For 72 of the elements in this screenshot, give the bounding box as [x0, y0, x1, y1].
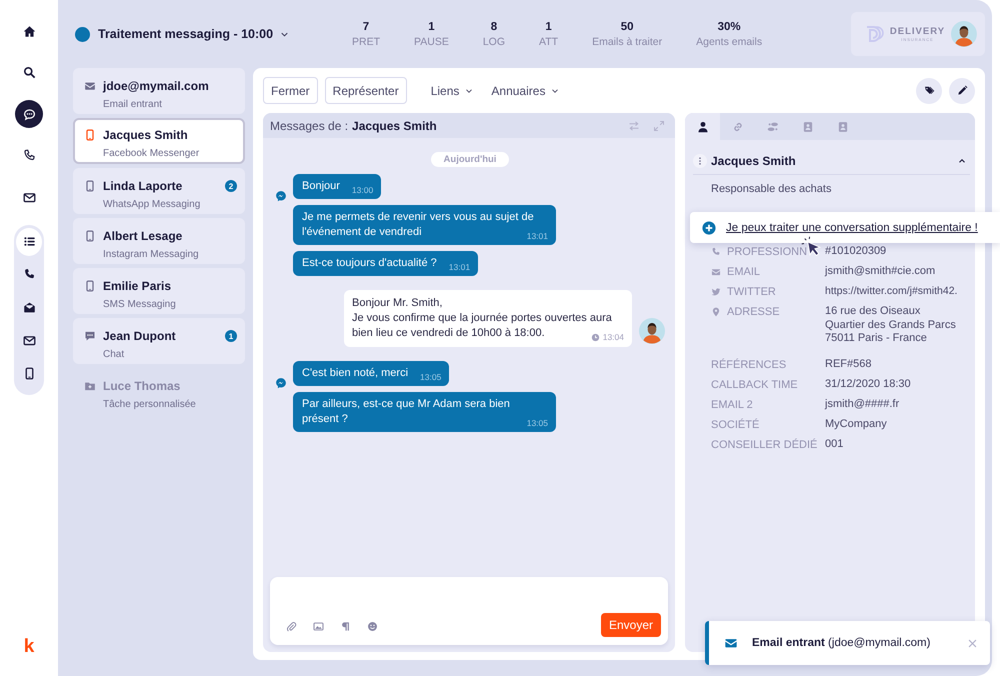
- stat-label: LOG: [482, 36, 506, 48]
- stat-label: Agents emails: [696, 36, 762, 48]
- channel-label: Tâche personnalisée: [103, 398, 197, 410]
- stat-value: 7: [362, 20, 370, 32]
- conversation-item[interactable]: Jacques Smith Facebook Messenger: [73, 118, 245, 164]
- contact-role: Responsable des achats: [711, 183, 832, 195]
- contact-name: Jacques Smith: [103, 128, 189, 142]
- incoming-message: Par ailleurs, est-ce que Mr Adam sera bien présent ? 13:05: [293, 392, 556, 432]
- stat-label: PRET: [352, 36, 380, 48]
- conversation-item[interactable]: jdoe@mymail.com Email entrant: [73, 68, 245, 114]
- field-value: REF#568: [825, 358, 872, 372]
- contact-name: Jean Dupont: [103, 329, 177, 343]
- contact-name: Jacques Smith: [711, 154, 796, 168]
- conversation-item[interactable]: Albert Lesage Instagram Messaging: [73, 218, 245, 264]
- stat-label: Emails à traiter: [592, 36, 662, 48]
- stat-value: 1: [428, 20, 435, 32]
- incoming-message: Est-ce toujours d'actualité ? 13:01: [293, 251, 478, 276]
- field-label: SOCIÉTÉ: [711, 418, 760, 432]
- contact-name: Linda Laporte: [103, 179, 184, 193]
- incoming-message: Je me permets de revenir vers vous au sujet de l'événement de vendredi 13:01: [293, 205, 556, 245]
- channel-label: Facebook Messenger: [103, 148, 200, 158]
- field-value: jsmith@smith#cie.com: [825, 265, 936, 279]
- unread-badge: 1: [225, 330, 237, 342]
- channel-label: SMS Messaging: [103, 298, 177, 310]
- dropdown-menu[interactable]: Annuaires: [491, 84, 560, 98]
- stat-value: 1: [545, 20, 552, 32]
- field-label: ADRESSE: [727, 305, 780, 319]
- field-value: 001: [825, 438, 844, 452]
- stat-value: 8: [490, 20, 498, 32]
- field-label: CALLBACK TIME: [711, 378, 798, 392]
- conversation-item[interactable]: Emilie Paris SMS Messaging: [73, 268, 245, 314]
- field-label: EMAIL 2: [711, 398, 753, 412]
- contact-name: Emilie Paris: [103, 279, 172, 293]
- field-value: MyCompany: [825, 418, 888, 432]
- field-label: EMAIL: [727, 265, 760, 279]
- field-label: RÉFÉRENCES: [711, 358, 786, 372]
- field-value: https://twitter.com/j#smith42.: [825, 285, 958, 299]
- channel-label: Instagram Messaging: [103, 248, 200, 260]
- contact-name: Albert Lesage: [103, 229, 184, 243]
- channel-label: WhatsApp Messaging: [103, 198, 202, 210]
- stat-value: 50: [620, 20, 634, 32]
- incoming-message: Bonjour 13:00: [293, 174, 382, 199]
- stat-label: ATT: [539, 36, 558, 48]
- conversation-item[interactable]: Jean Dupont 1 Chat: [73, 318, 245, 364]
- brand-name: DELIVERY: [890, 26, 946, 37]
- contact-name: Luce Thomas: [103, 379, 182, 393]
- date-chip: Aujourd'hui: [430, 152, 510, 167]
- field-value: jsmith@####.fr: [825, 398, 900, 412]
- stat-label: PAUSE: [414, 36, 449, 48]
- incoming-message: C'est bien noté, merci 13:05: [293, 361, 450, 386]
- field-value: 16 rue des Oiseaux Quartier des Grands Parcs 75011 Paris - France: [825, 305, 957, 346]
- conversation-item[interactable]: Linda Laporte 2 WhatsApp Messaging: [73, 168, 245, 214]
- stat-value: 30%: [718, 20, 741, 32]
- field-label: TWITTER: [727, 285, 776, 299]
- outgoing-message: Bonjour Mr. Smith, Je vous confirme que la journée portes ouvertes aura bien lieu ce vendredi de 10h00 à 18:00. 13:04: [344, 290, 632, 347]
- field-label: PROFESSIONN: [727, 245, 808, 259]
- accept-conversation-link[interactable]: Je peux traiter une conversation supplémentaire !: [726, 222, 978, 234]
- brand-logo: k: [24, 636, 34, 658]
- contact-name: jdoe@mymail.com: [103, 79, 210, 93]
- channel-label: Email entrant: [103, 98, 163, 110]
- field-value: 31/12/2020 18:30: [825, 378, 912, 392]
- channel-label: Chat: [103, 348, 126, 360]
- field-value: #101020309: [825, 245, 888, 259]
- chat-title-label: Messages de :: [270, 118, 348, 132]
- session-title: Traitement messaging - 10:00: [98, 27, 274, 41]
- toolbar-button[interactable]: Représenter: [324, 77, 407, 104]
- unread-badge: 2: [225, 180, 237, 192]
- chat-contact-name: Jacques Smith: [352, 118, 437, 132]
- dropdown-menu[interactable]: Liens: [430, 84, 474, 98]
- toast-message: Email entrant (jdoe@mymail.com): [752, 637, 930, 649]
- toolbar-button[interactable]: Fermer: [263, 77, 318, 104]
- field-label: CONSEILLER DÉDIÉ: [711, 438, 818, 452]
